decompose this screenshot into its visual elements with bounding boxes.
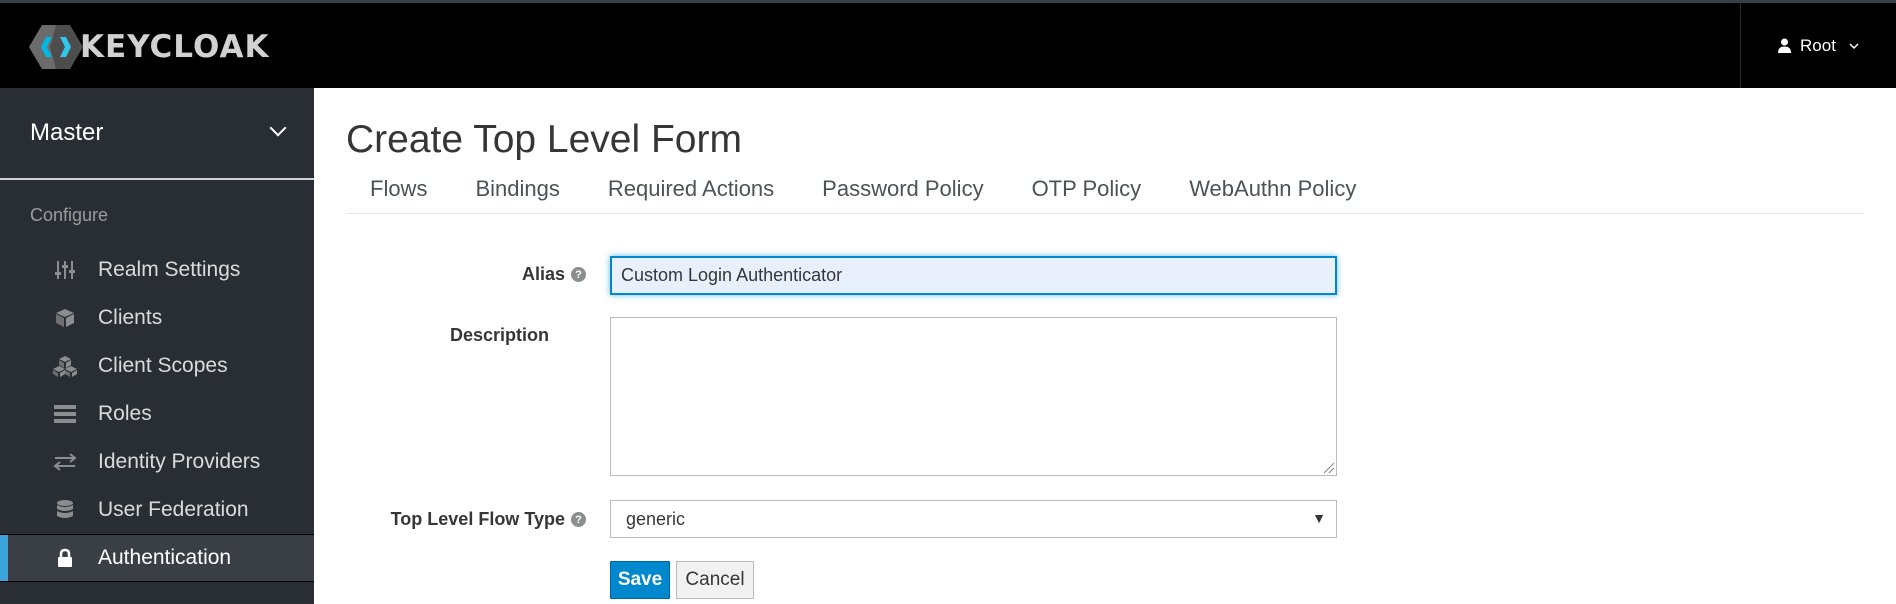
brand-name: KEYCLOAK	[80, 29, 270, 65]
save-button[interactable]: Save	[610, 561, 670, 599]
top-navbar: KEYCLOAK Root	[0, 0, 1896, 88]
resize-handle-icon[interactable]	[1324, 463, 1334, 473]
help-icon[interactable]: ?	[571, 267, 586, 282]
tab-flows[interactable]: Flows	[346, 176, 451, 214]
tab-bindings[interactable]: Bindings	[451, 176, 583, 214]
page-title: Create Top Level Form	[346, 118, 742, 161]
sidebar-item-label: Realm Settings	[98, 258, 241, 281]
sidebar-item-client-scopes[interactable]: Client Scopes	[0, 342, 314, 390]
user-menu[interactable]: Root	[1740, 3, 1896, 88]
help-icon[interactable]: ?	[571, 512, 586, 527]
flow-type-select[interactable]: generic ▼	[610, 500, 1337, 538]
tab-bar: Flows Bindings Required Actions Password…	[346, 176, 1864, 214]
flow-type-label: Top Level Flow Type ?	[354, 509, 586, 530]
sidebar-item-authentication[interactable]: Authentication	[0, 534, 314, 582]
flow-type-value: generic	[626, 508, 686, 529]
sidebar-item-label: User Federation	[98, 498, 249, 521]
realm-name: Master	[30, 119, 104, 146]
exchange-icon	[52, 451, 78, 473]
caret-down-icon: ▼	[1312, 510, 1326, 526]
sidebar-item-label: Authentication	[98, 546, 232, 569]
flow-type-label-text: Top Level Flow Type	[390, 509, 565, 529]
alias-input[interactable]: Custom Login Authenticator	[610, 256, 1337, 295]
logo-icon	[28, 24, 84, 70]
user-name: Root	[1800, 35, 1836, 55]
description-textarea[interactable]	[610, 317, 1337, 476]
sidebar-item-clients[interactable]: Clients	[0, 294, 314, 342]
cancel-button[interactable]: Cancel	[676, 561, 754, 599]
lock-icon	[52, 547, 78, 569]
alias-label: Alias ?	[454, 264, 586, 285]
tab-password-policy[interactable]: Password Policy	[798, 176, 1007, 214]
sidebar-item-user-federation[interactable]: User Federation	[0, 486, 314, 534]
description-label-text: Description	[449, 325, 549, 345]
database-icon	[52, 499, 78, 521]
sidebar-item-label: Client Scopes	[98, 354, 228, 377]
sidebar-item-identity-providers[interactable]: Identity Providers	[0, 438, 314, 486]
keycloak-logo[interactable]: KEYCLOAK	[28, 25, 269, 69]
alias-label-text: Alias	[521, 264, 565, 284]
sidebar-item-label: Roles	[98, 402, 152, 425]
sliders-icon	[52, 259, 78, 281]
alias-value: Custom Login Authenticator	[621, 265, 843, 285]
sidebar: Master Configure Realm Settings Clients	[0, 88, 314, 604]
tab-otp-policy[interactable]: OTP Policy	[1008, 176, 1166, 214]
sidebar-item-roles[interactable]: Roles	[0, 390, 314, 438]
sidebar-item-label: Identity Providers	[98, 450, 261, 473]
main-content: Create Top Level Form Flows Bindings Req…	[314, 88, 1896, 604]
description-label: Description	[414, 325, 549, 346]
cube-icon	[52, 307, 78, 329]
cubes-icon	[52, 355, 78, 377]
tab-webauthn-policy[interactable]: WebAuthn Policy	[1165, 176, 1380, 214]
list-icon	[52, 403, 78, 425]
sidebar-item-realm-settings[interactable]: Realm Settings	[0, 246, 314, 294]
section-label-configure: Configure	[30, 205, 109, 225]
chevron-down-icon	[1849, 42, 1859, 49]
tab-required-actions[interactable]: Required Actions	[584, 176, 798, 214]
user-icon	[1778, 38, 1792, 53]
sidebar-item-label: Clients	[98, 306, 163, 329]
chevron-down-icon	[269, 119, 287, 137]
realm-selector[interactable]: Master	[0, 88, 314, 180]
